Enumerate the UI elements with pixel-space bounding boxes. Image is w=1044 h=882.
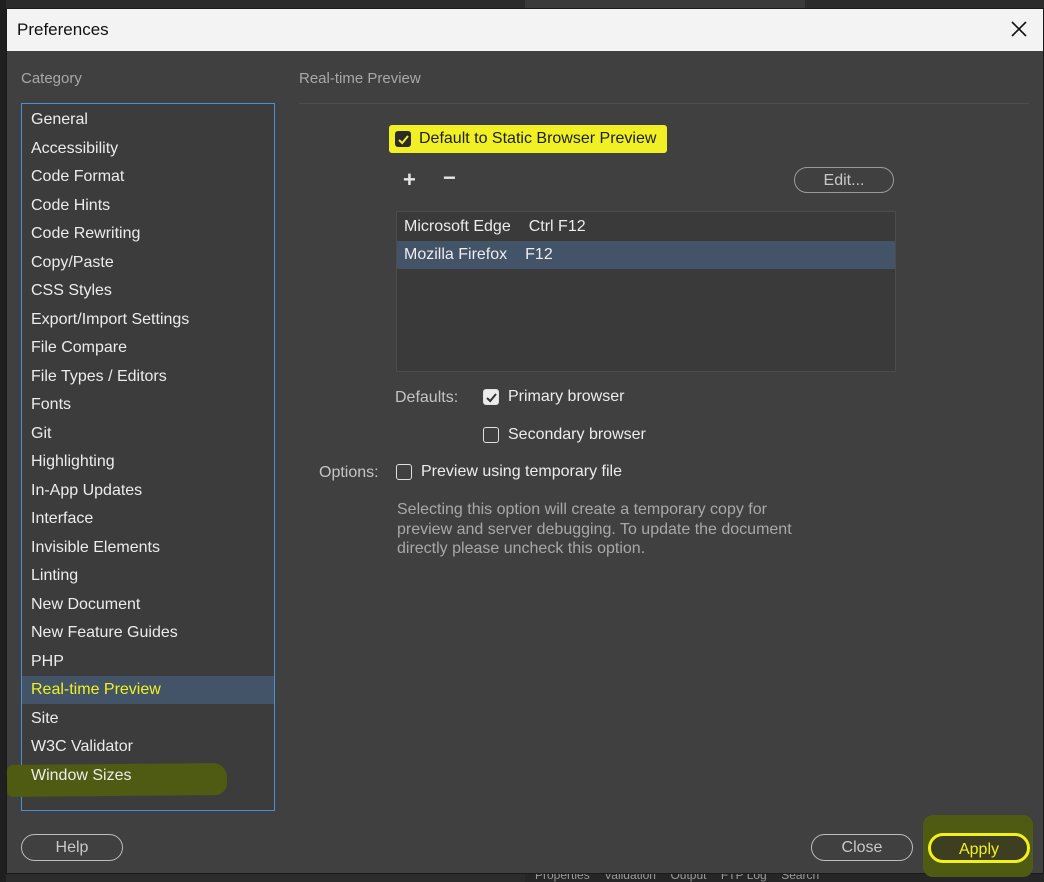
category-item-invisible-elements[interactable]: Invisible Elements: [22, 534, 274, 562]
dialog-titlebar: Preferences: [7, 9, 1043, 51]
browser-row[interactable]: Mozilla Firefox F12: [397, 241, 895, 269]
category-item-in-app-updates[interactable]: In-App Updates: [22, 477, 274, 505]
category-item-copy-paste[interactable]: Copy/Paste: [22, 249, 274, 277]
plus-icon[interactable]: +: [403, 167, 416, 193]
category-item-label: Export/Import Settings: [31, 310, 190, 328]
background-app-strip: [525, 0, 805, 8]
category-item-new-feature-guides[interactable]: New Feature Guides: [22, 619, 274, 647]
close-icon[interactable]: [1007, 17, 1031, 41]
category-item-label: Copy/Paste: [31, 253, 114, 271]
temp-file-checkbox[interactable]: [396, 464, 412, 480]
category-item-label: Highlighting: [31, 453, 115, 470]
category-item-export-import[interactable]: Export/Import Settings: [22, 306, 274, 334]
secondary-browser-checkbox[interactable]: [483, 427, 499, 443]
category-item-label: Code Rewriting: [31, 225, 141, 242]
category-item-accessibility[interactable]: Accessibility: [22, 135, 274, 163]
static-preview-option[interactable]: Default to Static Browser Preview: [395, 128, 656, 150]
category-item-label: In-App Updates: [31, 481, 143, 499]
category-item-label: Linting: [31, 567, 79, 584]
category-item-label: CSS Styles: [31, 282, 112, 299]
category-item-real-time-preview[interactable]: Real-time Preview: [22, 676, 274, 704]
category-item-label: Invisible Elements: [31, 538, 160, 556]
temp-file-label: Preview using temporary file: [421, 463, 622, 480]
browser-list[interactable]: Microsoft Edge Ctrl F12 Mozilla Firefox F1…: [396, 211, 896, 372]
category-item-label: Interface: [31, 510, 94, 527]
category-item-interface[interactable]: Interface: [22, 505, 274, 533]
category-item-label: Fonts: [31, 396, 72, 413]
browser-name: Microsoft Edge: [404, 218, 511, 235]
category-item-file-compare[interactable]: File Compare: [22, 334, 274, 362]
temp-file-option[interactable]: Preview using temporary file: [396, 463, 622, 481]
category-item-label: Real-time Preview: [31, 681, 161, 698]
category-item-label: New Feature Guides: [31, 624, 178, 641]
primary-browser-label: Primary browser: [508, 388, 625, 405]
category-item-code-rewriting[interactable]: Code Rewriting: [22, 220, 274, 248]
browser-shortcut: Ctrl F12: [528, 218, 586, 235]
apply-button[interactable]: Apply: [928, 833, 1030, 863]
category-item-label: Code Format: [31, 168, 125, 185]
category-item-linting[interactable]: Linting: [22, 562, 274, 590]
category-item-label: General: [31, 111, 88, 128]
browser-name: Mozilla Firefox: [404, 246, 508, 263]
category-item-site[interactable]: Site: [22, 705, 274, 733]
static-preview-checkbox[interactable]: [395, 131, 411, 147]
category-item-git[interactable]: Git: [22, 420, 274, 448]
minus-icon[interactable]: −: [443, 165, 456, 191]
category-item-fonts[interactable]: Fonts: [22, 391, 274, 419]
category-item-css-styles[interactable]: CSS Styles: [22, 277, 274, 305]
primary-browser-option[interactable]: Primary browser: [483, 388, 624, 406]
category-item-code-hints[interactable]: Code Hints: [22, 192, 274, 220]
preferences-dialog: Preferences Category General Accessibili…: [6, 8, 1044, 877]
category-item-label: Window Sizes: [31, 766, 132, 784]
static-preview-label: Default to Static Browser Preview: [419, 130, 657, 147]
category-item-label: W3C Validator: [31, 738, 133, 755]
category-item-label: Code Hints: [31, 196, 111, 214]
section-divider: [299, 103, 1029, 104]
category-item-label: Accessibility: [31, 139, 119, 157]
category-item-window-sizes[interactable]: Window Sizes: [22, 762, 274, 790]
category-item-w3c-validator[interactable]: W3C Validator: [22, 733, 274, 761]
category-item-label: Git: [31, 424, 52, 442]
category-item-label: Site: [31, 709, 59, 727]
browser-row[interactable]: Microsoft Edge Ctrl F12: [397, 213, 895, 241]
category-item-new-document[interactable]: New Document: [22, 591, 274, 619]
dialog-title: Preferences: [17, 20, 109, 39]
category-item-code-format[interactable]: Code Format: [22, 163, 274, 191]
category-item-label: New Document: [31, 595, 141, 613]
category-list[interactable]: General Accessibility Code Format Code H…: [6, 103, 275, 811]
help-button[interactable]: Help: [21, 834, 123, 861]
secondary-browser-option[interactable]: Secondary browser: [483, 426, 646, 444]
category-item-general[interactable]: General: [22, 106, 274, 134]
secondary-browser-label: Secondary browser: [508, 426, 646, 443]
defaults-label: Defaults:: [395, 389, 459, 406]
category-item-label: PHP: [31, 652, 64, 670]
category-item-php[interactable]: PHP: [22, 648, 274, 676]
options-label: Options:: [319, 464, 379, 481]
category-item-file-types[interactable]: File Types / Editors: [22, 363, 274, 391]
edit-button[interactable]: Edit...: [794, 167, 894, 193]
temp-file-description: Selecting this option will create a temp…: [397, 501, 792, 557]
category-item-label: File Types / Editors: [31, 367, 167, 385]
category-item-highlighting[interactable]: Highlighting: [22, 448, 274, 476]
browser-shortcut: F12: [525, 246, 553, 263]
close-button[interactable]: Close: [811, 834, 913, 861]
section-title: Real-time Preview: [299, 70, 421, 87]
category-item-label: File Compare: [31, 339, 128, 356]
primary-browser-checkbox[interactable]: [483, 389, 499, 405]
category-label: Category: [21, 70, 82, 87]
